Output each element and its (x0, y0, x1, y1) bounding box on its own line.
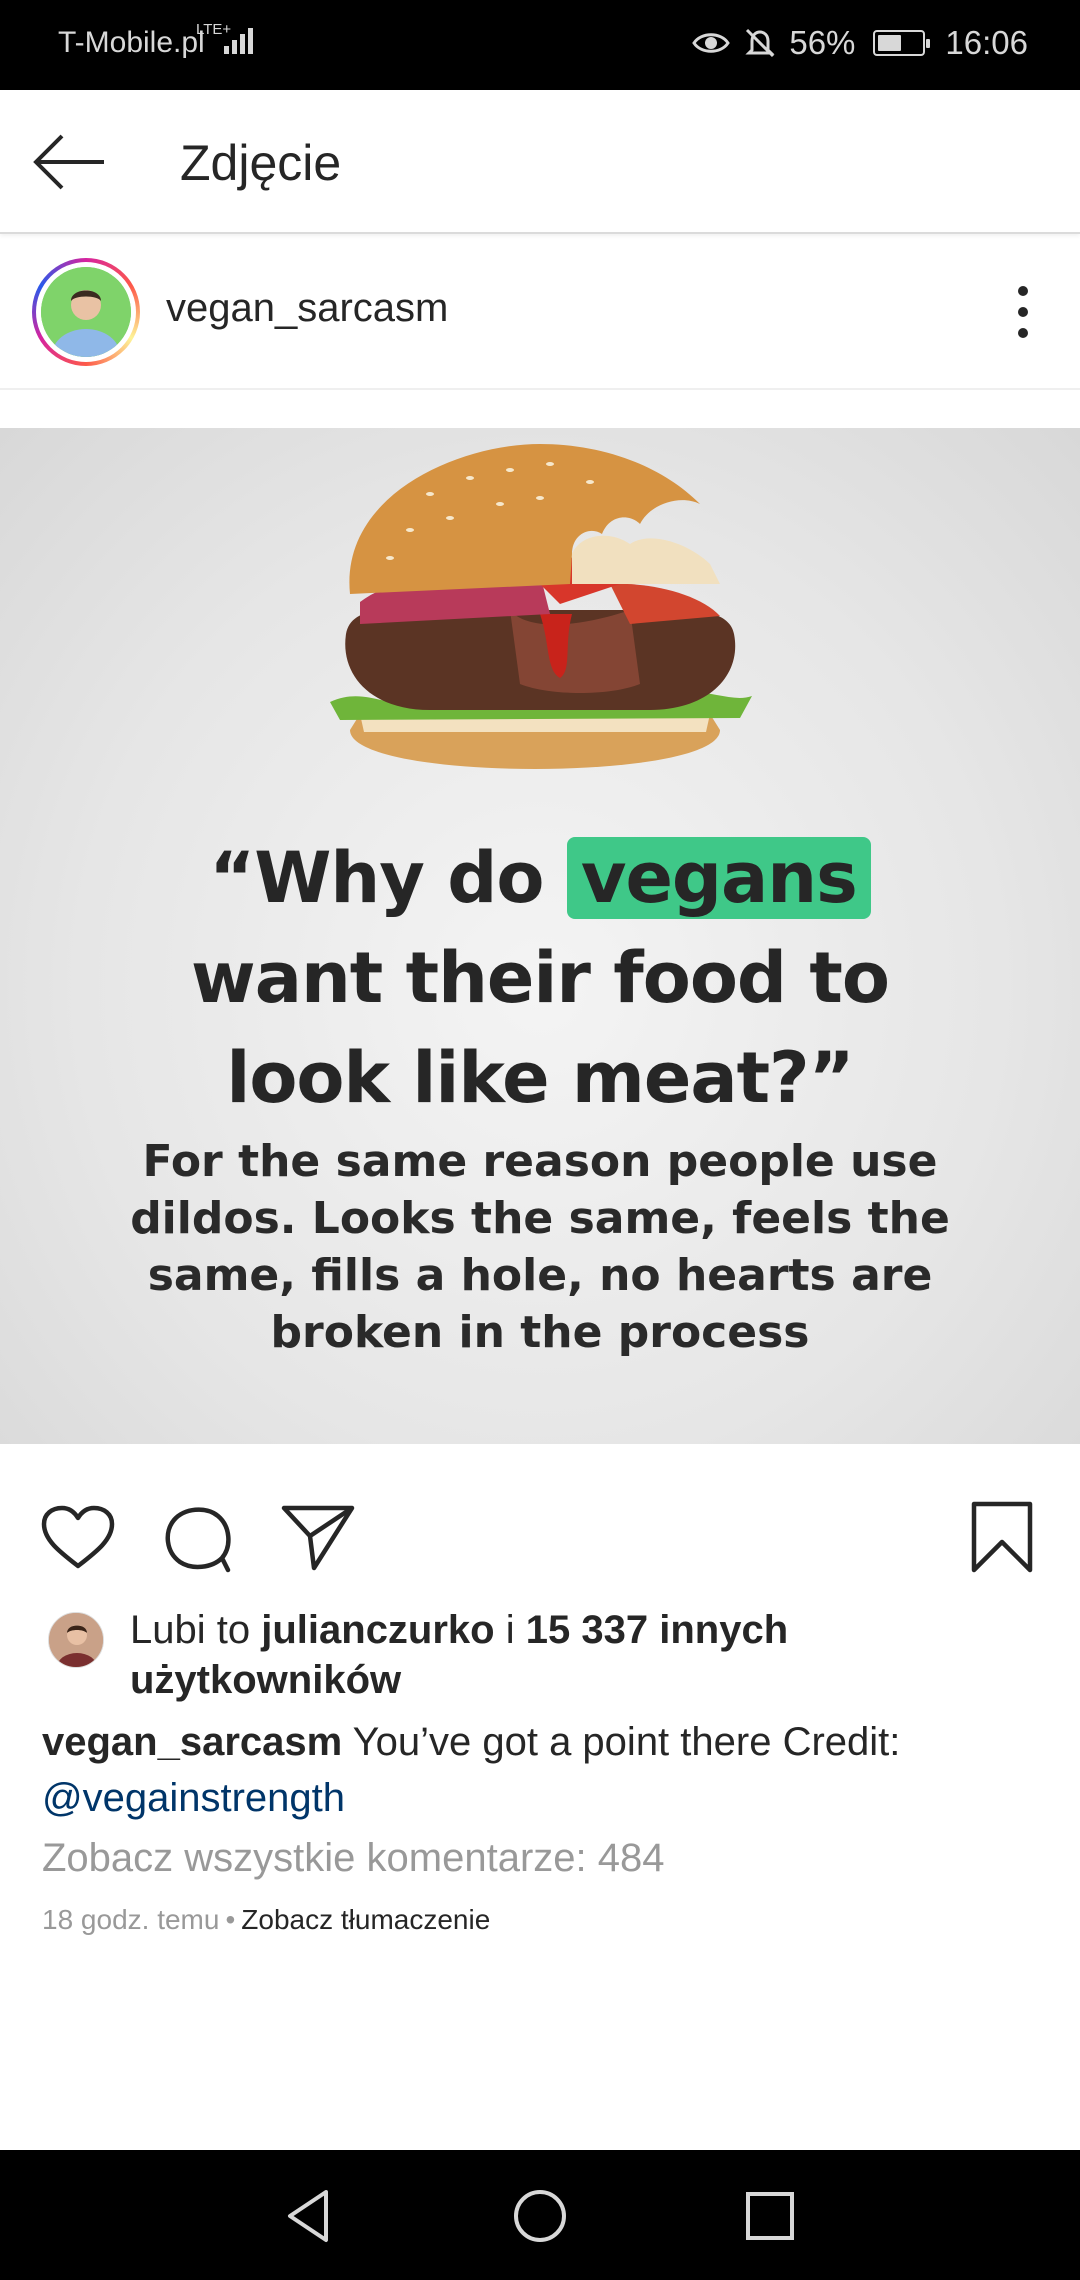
meme-question: “Why do vegans want their food to look l… (0, 828, 1080, 1128)
caption-mention[interactable]: @vegainstrength (42, 1776, 345, 1820)
person-avatar-icon (41, 267, 131, 357)
caption-text: You’ve got a point there Credit: (352, 1720, 901, 1764)
eye-icon (692, 33, 731, 53)
burger-illustration (330, 444, 752, 769)
likes-summary[interactable]: Lubi to julianczurko i 15 337 innych uży… (130, 1605, 1010, 1705)
post-username[interactable]: vegan_sarcasm (166, 286, 448, 331)
system-nav-bar (0, 2150, 1080, 2280)
meta-separator: • (225, 1904, 236, 1935)
clock: 16:06 (945, 24, 1028, 61)
likes-suffix[interactable]: użytkowników (130, 1658, 401, 1702)
back-triangle-icon[interactable] (284, 2188, 332, 2244)
signal-icon (224, 28, 253, 54)
meme-question-line-2: want their food to (191, 937, 890, 1019)
meme-question-line-3: look like meat?” (226, 1037, 854, 1119)
app-bar: Zdjęcie (0, 90, 1080, 234)
post-caption: vegan_sarcasm You’ve got a point there C… (42, 1714, 1042, 1826)
meme-answer: For the same reason people use dildos. L… (0, 1133, 1080, 1361)
post-time: 18 godz. temu (42, 1904, 220, 1935)
meme-answer-line: dildos. Looks the same, feels the (130, 1193, 950, 1244)
meme-question-line-1: “Why do vegans (0, 828, 1080, 928)
post-image[interactable]: “Why do vegans want their food to look l… (0, 428, 1080, 1444)
more-vertical-icon[interactable] (1016, 284, 1030, 340)
liker-avatar[interactable] (48, 1612, 104, 1668)
caption-username[interactable]: vegan_sarcasm (42, 1720, 342, 1764)
person-avatar-icon (49, 1613, 103, 1667)
battery-icon (873, 30, 931, 56)
view-comments-link[interactable]: Zobacz wszystkie komentarze: 484 (42, 1836, 664, 1881)
translate-link[interactable]: Zobacz tłumaczenie (241, 1904, 490, 1935)
post-actions (0, 1490, 1080, 1580)
page-title: Zdjęcie (180, 135, 342, 191)
recents-square-icon[interactable] (744, 2188, 796, 2244)
heart-icon[interactable] (40, 1504, 116, 1572)
bookmark-icon[interactable] (970, 1500, 1034, 1574)
bell-off-icon (745, 28, 775, 58)
meme-answer-line: broken in the process (270, 1307, 810, 1358)
home-circle-icon[interactable] (512, 2188, 568, 2244)
post-header: vegan_sarcasm (0, 236, 1080, 390)
arrow-left-icon[interactable] (32, 132, 108, 192)
carrier-label: T-Mobile.pl (58, 26, 205, 59)
meme-answer-line: same, fills a hole, no hearts are (147, 1250, 933, 1301)
meme-highlight-word: vegans (566, 837, 871, 919)
battery-percent: 56% (789, 24, 856, 61)
avatar[interactable] (32, 258, 140, 366)
send-icon[interactable] (280, 1502, 356, 1572)
status-bar: T-Mobile.pl LTE+ 56% 16:06 (0, 0, 1080, 90)
comment-icon[interactable] (162, 1502, 234, 1574)
liker-username[interactable]: julianczurko (261, 1608, 494, 1652)
likes-count[interactable]: 15 337 innych (526, 1608, 788, 1652)
post-meta: 18 godz. temu • Zobacz tłumaczenie (42, 1904, 490, 1936)
meme-answer-line: For the same reason people use (142, 1136, 938, 1187)
